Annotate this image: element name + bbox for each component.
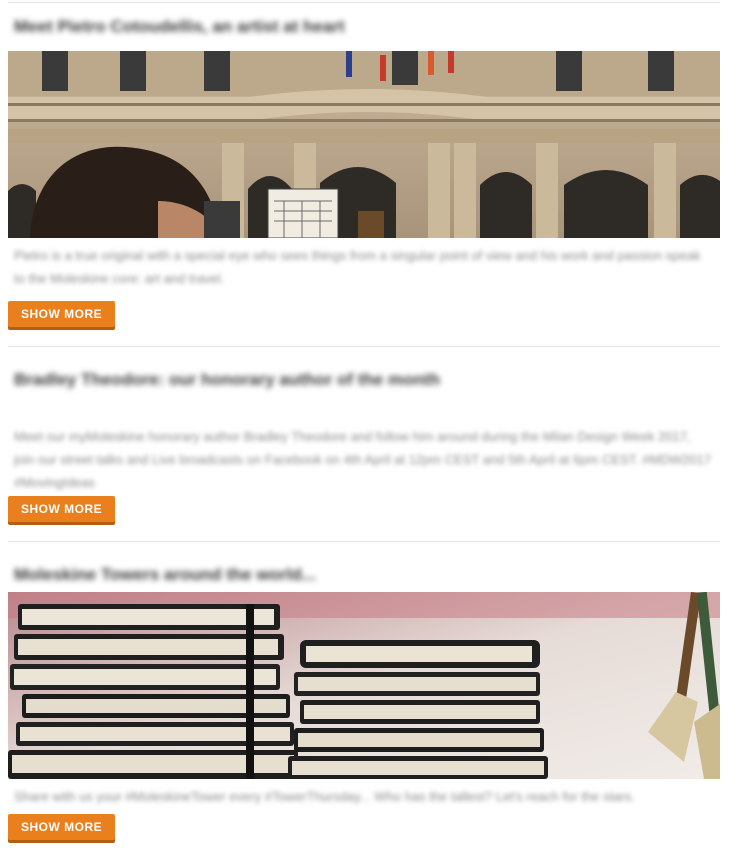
post-image[interactable] [8,51,720,238]
post-title[interactable]: Moleskine Towers around the world... [8,542,720,592]
post-image[interactable] [8,592,720,779]
post-title[interactable]: Meet Pietro Cotoudellis, an artist at he… [8,3,720,51]
show-more-button[interactable]: SHOW MORE [8,814,116,840]
show-more-button[interactable]: SHOW MORE [8,496,116,522]
post-card: Bradley Theodore: our honorary author of… [8,347,720,541]
post-card: Moleskine Towers around the world... Sha… [8,542,720,854]
post-card: Meet Pietro Cotoudellis, an artist at he… [8,3,720,346]
post-excerpt: Share with us your #MoleskineTower every… [14,789,635,804]
post-feed: Meet Pietro Cotoudellis, an artist at he… [8,0,720,854]
post-excerpt: Meet our myMoleskine honorary author Bra… [14,429,712,490]
post-title[interactable]: Bradley Theodore: our honorary author of… [8,347,720,409]
post-excerpt: Pietro is a true original with a special… [14,248,701,286]
show-more-button[interactable]: SHOW MORE [8,301,116,327]
